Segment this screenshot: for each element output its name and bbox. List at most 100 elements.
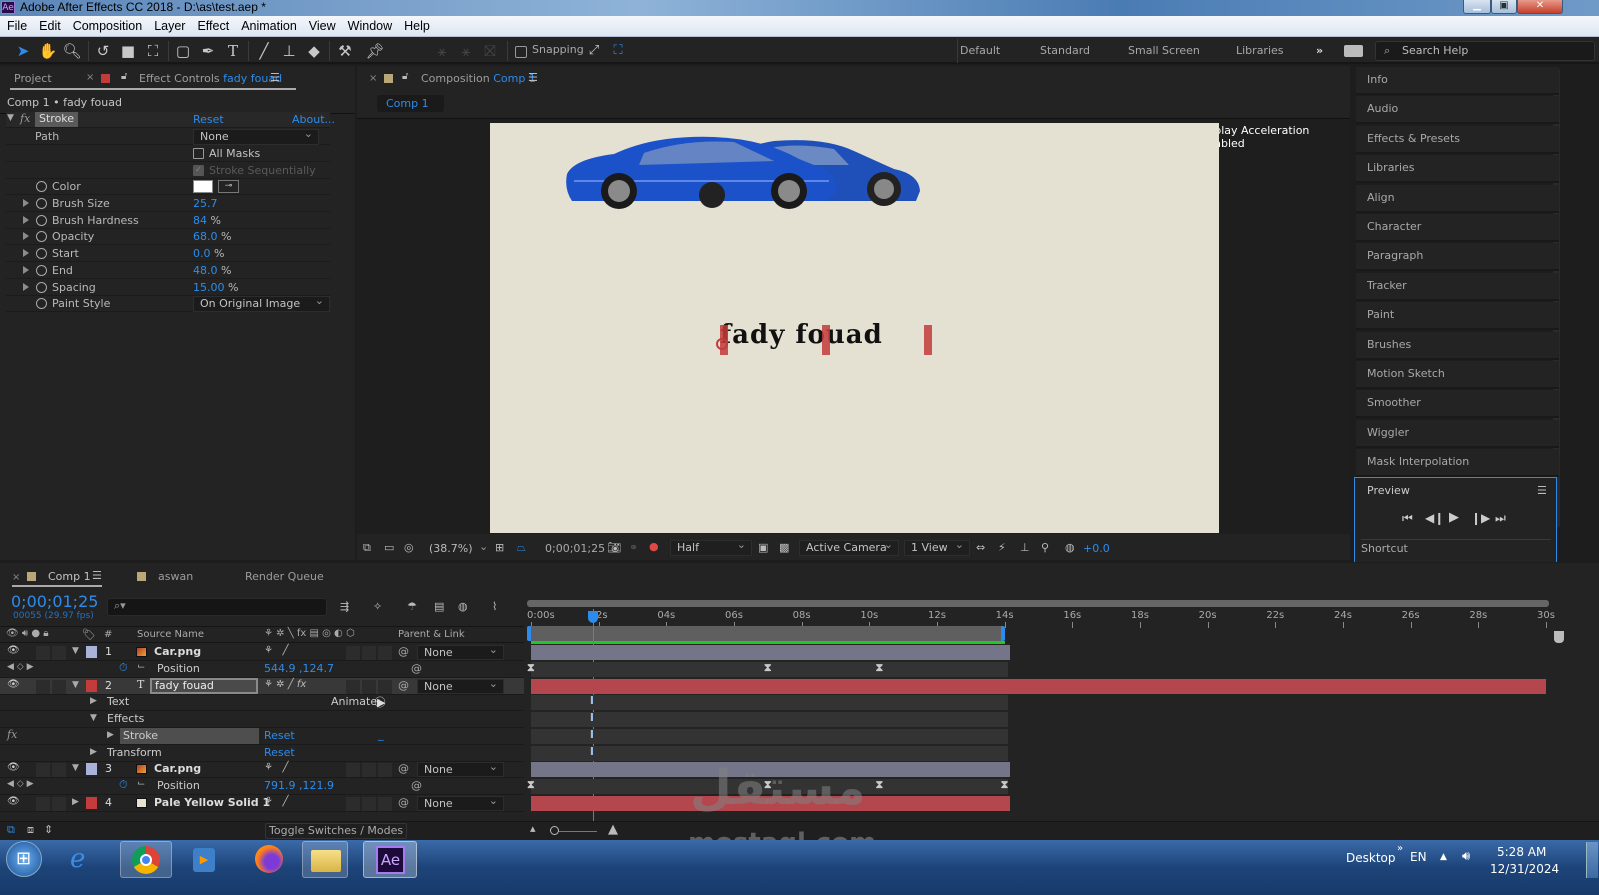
rectangle-tool-icon[interactable]: ▢ bbox=[173, 41, 193, 61]
previous-frame-icon[interactable]: ◀❙ bbox=[1425, 511, 1444, 525]
label-color-swatch[interactable] bbox=[86, 646, 97, 658]
axis-view-icon[interactable]: ⛝ bbox=[480, 41, 500, 61]
timeline-row-group[interactable]: ▶ Text Animate: ▶︎⃝ bbox=[0, 694, 524, 712]
snapshot-icon[interactable]: 📷︎ bbox=[607, 541, 621, 554]
fast-previews-icon[interactable]: ▣ bbox=[758, 541, 768, 554]
panel-item-wiggler[interactable]: Wiggler bbox=[1356, 419, 1559, 448]
expand-triangle-icon[interactable] bbox=[23, 215, 29, 224]
stopwatch-icon[interactable] bbox=[36, 281, 47, 293]
composition-canvas[interactable]: fady fouad bbox=[490, 123, 1219, 533]
graph-editor-icon[interactable]: ⌇ bbox=[492, 600, 497, 613]
clock-date[interactable]: 12/31/2024 bbox=[1490, 862, 1559, 876]
tab-project[interactable]: Project bbox=[14, 72, 52, 85]
position-value[interactable]: 544.9 ,124.7 bbox=[264, 662, 334, 675]
modes-pane-icon[interactable]: ⧈ bbox=[27, 823, 34, 837]
stopwatch-icon[interactable] bbox=[36, 181, 47, 192]
mode-cell[interactable] bbox=[362, 796, 376, 811]
expand-triangle-icon[interactable] bbox=[23, 282, 29, 291]
selection-tool-icon[interactable]: ➤ bbox=[13, 41, 33, 61]
keyframe-marker[interactable]: ⧗ bbox=[527, 661, 535, 675]
lock-switch[interactable] bbox=[52, 763, 66, 778]
column-parent-link[interactable]: Parent & Link bbox=[398, 629, 465, 640]
start-button[interactable]: ⊞ bbox=[6, 841, 42, 877]
eraser-tool-icon[interactable]: ◆ bbox=[304, 41, 324, 61]
expand-triangle-icon[interactable]: ▶ bbox=[90, 696, 97, 706]
mask-visibility-icon[interactable]: ◎ bbox=[404, 541, 414, 554]
chevron-down-icon[interactable]: ⌄ bbox=[479, 540, 488, 553]
close-tab-icon[interactable]: × bbox=[369, 73, 377, 84]
taskbar-after-effects[interactable]: Ae bbox=[363, 841, 417, 878]
maximize-button[interactable]: ▣ bbox=[1491, 0, 1517, 14]
zoom-tool-icon[interactable]: 🔍︎ bbox=[62, 41, 82, 61]
timeline-current-time[interactable]: 0;00;01;25 bbox=[11, 592, 98, 611]
layer-name[interactable]: Car.png bbox=[154, 762, 201, 775]
layer-switches[interactable]: ⚘ ╱ bbox=[264, 796, 289, 807]
panel-item-tracker[interactable]: Tracker bbox=[1356, 272, 1559, 301]
tab-effect-controls[interactable]: Effect Controls fady fouad bbox=[139, 72, 282, 85]
expand-triangle-icon[interactable] bbox=[23, 199, 29, 207]
comp-mini-flowchart-icon[interactable]: ⇶ bbox=[340, 600, 349, 613]
panel-item-motion-sketch[interactable]: Motion Sketch bbox=[1356, 361, 1559, 389]
mode-cell[interactable] bbox=[362, 679, 376, 694]
solo-switch[interactable] bbox=[36, 679, 50, 694]
menu-composition[interactable]: Composition bbox=[67, 16, 148, 37]
stopwatch-icon[interactable] bbox=[36, 264, 47, 276]
parent-pickwhip-icon[interactable]: @ bbox=[398, 645, 409, 658]
property-track[interactable] bbox=[531, 745, 1009, 761]
collapse-triangle-icon[interactable]: ▼ bbox=[90, 713, 97, 723]
panel-item-paragraph[interactable]: Paragraph bbox=[1356, 243, 1559, 272]
comp-marker-bin-icon[interactable] bbox=[1554, 631, 1564, 643]
effect-name[interactable]: Stroke bbox=[35, 112, 79, 127]
param-value[interactable]: 15.00 bbox=[193, 281, 225, 294]
fast-draft-icon[interactable]: ⚡ bbox=[998, 541, 1006, 554]
always-preview-icon[interactable]: ⧉ bbox=[363, 541, 371, 555]
lock-switch[interactable] bbox=[52, 796, 66, 811]
param-value[interactable]: 68.0 bbox=[193, 230, 218, 243]
param-value[interactable]: 84 bbox=[193, 214, 207, 227]
label-color-swatch[interactable] bbox=[86, 763, 97, 776]
mode-cell[interactable] bbox=[362, 763, 376, 778]
effect-about-link[interactable]: About... bbox=[292, 113, 335, 126]
property-track[interactable] bbox=[531, 728, 1009, 744]
firefox-icon[interactable] bbox=[255, 845, 283, 873]
clock-time[interactable]: 5:28 AM bbox=[1497, 845, 1546, 859]
roto-brush-tool-icon[interactable]: ⚒ bbox=[335, 41, 355, 61]
lock-icon[interactable]: 🔓︎ bbox=[121, 71, 127, 82]
parent-dropdown[interactable]: None bbox=[417, 677, 504, 694]
language-indicator[interactable]: EN bbox=[1410, 850, 1427, 864]
expand-triangle-icon[interactable]: ▶ bbox=[107, 730, 114, 740]
graph-icon[interactable]: ⌙ bbox=[137, 778, 145, 789]
fx-icon[interactable]: fx bbox=[7, 728, 17, 741]
search-help-input[interactable]: ⌕ Search Help bbox=[1375, 41, 1595, 61]
expand-triangle-icon[interactable] bbox=[23, 232, 29, 241]
panel-menu-icon[interactable]: ☰ bbox=[270, 71, 280, 84]
effect-reset-link[interactable]: Reset bbox=[193, 113, 224, 126]
stopwatch-icon[interactable] bbox=[36, 231, 47, 243]
parent-pickwhip-icon[interactable]: @ bbox=[398, 796, 409, 809]
panel-item-smoother[interactable]: Smoother bbox=[1356, 390, 1559, 419]
snapping-checkbox[interactable] bbox=[515, 46, 527, 58]
keyframe-navigator[interactable]: ◀ ◇ ▶ bbox=[7, 662, 34, 672]
pen-tool-icon[interactable]: ✒ bbox=[198, 41, 218, 61]
time-navigator-bar[interactable] bbox=[527, 600, 1549, 607]
mode-cell[interactable] bbox=[378, 763, 392, 778]
panel-menu-icon[interactable]: ☰ bbox=[92, 569, 102, 582]
monitor-icon[interactable]: ▭ bbox=[384, 541, 394, 554]
in-out-pane-icon[interactable]: ⇕ bbox=[44, 823, 53, 836]
last-frame-icon[interactable]: ⏭ bbox=[1495, 511, 1506, 526]
panel-menu-icon[interactable]: ☰ bbox=[528, 71, 538, 84]
expand-triangle-icon[interactable] bbox=[23, 249, 29, 258]
timeline-tab-aswan[interactable]: aswan bbox=[158, 570, 193, 583]
lock-icon[interactable]: 🔓︎ bbox=[402, 71, 408, 82]
color-swatch[interactable] bbox=[193, 180, 213, 193]
menu-animation[interactable]: Animation bbox=[235, 16, 303, 37]
property-track[interactable] bbox=[531, 695, 1009, 711]
panel-item-effects-presets[interactable]: Effects & Presets bbox=[1356, 125, 1559, 154]
panel-item-audio[interactable]: Audio bbox=[1356, 96, 1559, 125]
parent-dropdown[interactable]: None bbox=[417, 643, 504, 660]
magnification-dropdown[interactable]: (38.7%) bbox=[429, 542, 473, 555]
car-image-front[interactable] bbox=[564, 129, 924, 214]
channel-icon[interactable]: ● bbox=[649, 540, 659, 553]
collapse-triangle-icon[interactable]: ▼ bbox=[7, 113, 14, 123]
taskbar-chrome[interactable] bbox=[120, 841, 172, 878]
